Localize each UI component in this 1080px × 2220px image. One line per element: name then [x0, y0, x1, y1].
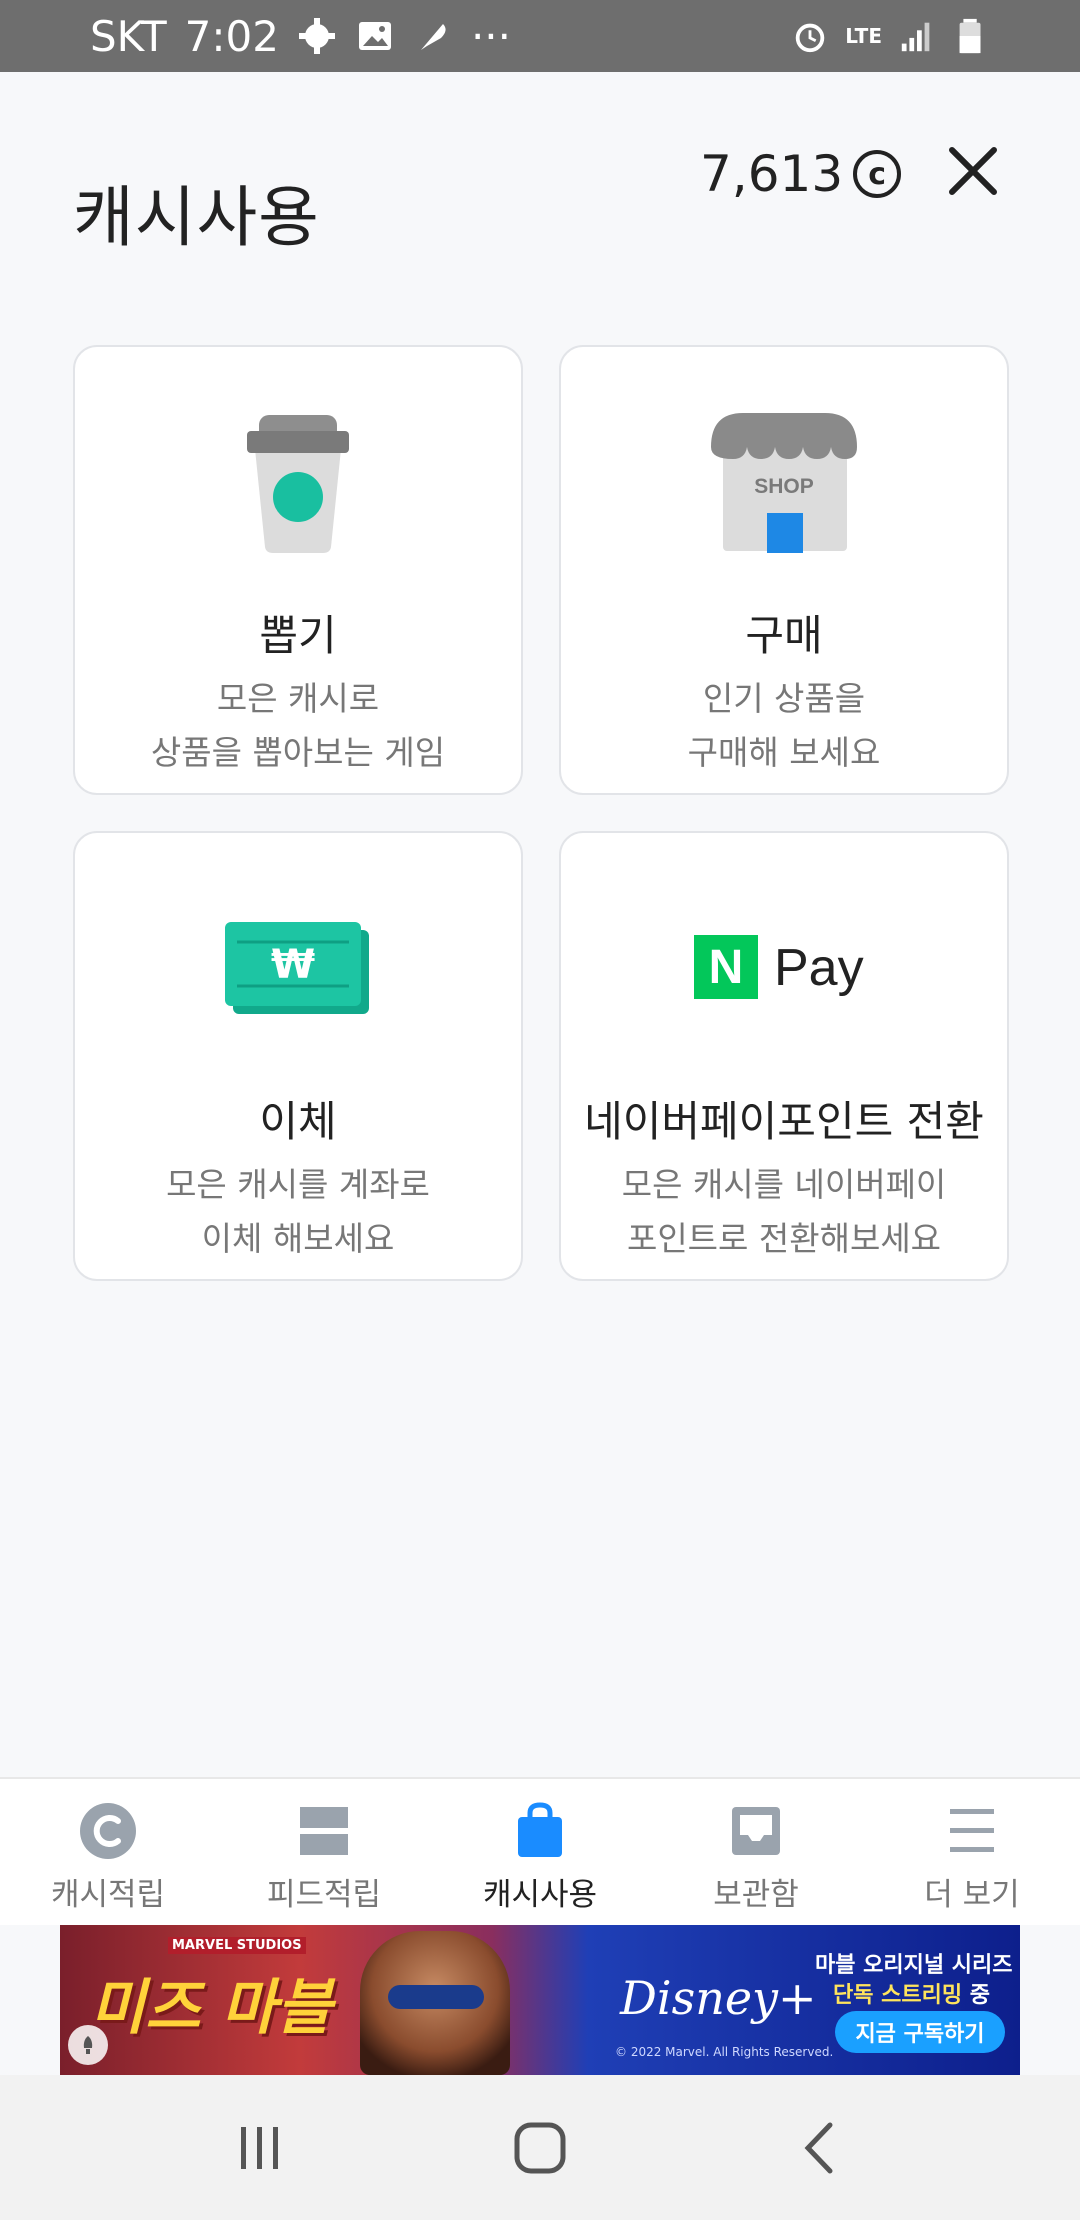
card-desc-line: 모은 캐시를 네이버페이 — [621, 1165, 947, 1204]
card-draw[interactable]: 뽑기 모은 캐시로 상품을 뽑아보는 게임 — [73, 345, 523, 795]
inbox-icon — [732, 1807, 780, 1855]
home-button[interactable] — [505, 2113, 575, 2183]
cash-coin-icon — [80, 1803, 136, 1859]
tab-storage[interactable]: 보관함 — [648, 1779, 864, 1925]
card-title: 구매 — [745, 611, 823, 660]
tab-label: 보관함 — [713, 1877, 799, 1913]
ad-subscribe-button[interactable]: 지금 구독하기 — [835, 2011, 1005, 2053]
feather-icon — [420, 24, 446, 50]
bottom-tab-bar: 캐시적립 피드적립 캐시사용 보관함 더 보기 — [0, 1777, 1080, 1925]
ad-subheadline-rest: 중 — [962, 1983, 991, 2008]
tab-label: 캐시적립 — [50, 1877, 166, 1913]
cash-balance: 7,613 c — [700, 138, 902, 210]
recent-apps-button[interactable] — [225, 2113, 295, 2183]
rocket-icon — [68, 2025, 108, 2065]
card-desc-line: 상품을 뽑아보는 게임 — [150, 733, 446, 772]
time-text: 7:02 — [184, 11, 279, 61]
card-desc-line: 인기 상품을 — [702, 679, 866, 718]
card-description: 모은 캐시를 계좌로 이체 해보세요 — [75, 1158, 521, 1266]
back-icon — [804, 2122, 833, 2173]
card-desc-line: 포인트로 전환해보세요 — [626, 1219, 942, 1258]
ad-highlight: 단독 스트리밍 — [833, 1983, 963, 2008]
ad-character-mask — [388, 1985, 484, 2009]
card-title: 네이버페이포인트 전환 — [584, 1097, 984, 1146]
card-description: 인기 상품을 구매해 보세요 — [561, 672, 1007, 780]
more-notifications-icon: ··· — [470, 11, 511, 61]
ad-service-logo: Disney+ — [620, 1971, 817, 2025]
alarm-icon — [796, 23, 825, 53]
pay-text: Pay — [774, 939, 864, 997]
card-desc-line: 이체 해보세요 — [201, 1219, 395, 1258]
card-desc-line: 구매해 보세요 — [687, 733, 881, 772]
cash-coin-icon: c — [853, 150, 902, 198]
tab-label: 더 보기 — [924, 1877, 1020, 1913]
tab-cash-use[interactable]: 캐시사용 — [432, 1779, 648, 1925]
card-title: 뽑기 — [259, 611, 337, 660]
ad-banner[interactable]: MARVEL STUDIOS 미즈 마블 Disney+ © 2022 Marv… — [60, 1925, 1020, 2075]
signal-icon — [901, 22, 930, 52]
card-naver-pay[interactable]: N Pay 네이버페이포인트 전환 모은 캐시를 네이버페이 포인트로 전환해보… — [559, 831, 1009, 1281]
coin-symbol: c — [868, 156, 887, 192]
card-purchase[interactable]: SHOP 구매 인기 상품을 구매해 보세요 — [559, 345, 1009, 795]
ad-title-logo: 미즈 마블 — [90, 1973, 332, 2043]
settings-gear-icon — [298, 18, 335, 54]
tab-feed-earn[interactable]: 피드적립 — [216, 1779, 432, 1925]
tab-label: 캐시사용 — [482, 1877, 598, 1913]
page-title: 캐시사용 — [73, 179, 320, 256]
won-bill-icon: ₩ — [225, 922, 369, 1014]
ad-copyright: © 2022 Marvel. All Rights Reserved. — [615, 2045, 834, 2059]
shopping-bag-icon — [518, 1802, 562, 1857]
tab-more[interactable]: 더 보기 — [864, 1779, 1080, 1925]
tab-cash-earn[interactable]: 캐시적립 — [0, 1779, 216, 1925]
close-button[interactable] — [944, 142, 1002, 200]
won-symbol: ₩ — [271, 942, 315, 988]
feed-icon — [300, 1807, 348, 1855]
shop-label: SHOP — [754, 475, 814, 498]
cash-use-page: 캐시사용 7,613 c 뽑기 모은 캐시로 상품을 뽑아보는 게임 SHOP … — [0, 72, 1080, 1777]
naver-n-letter: N — [709, 941, 744, 994]
gallery-icon — [358, 22, 391, 50]
card-desc-line: 모은 캐시를 계좌로 — [166, 1165, 430, 1204]
coffee-cup-icon — [247, 415, 349, 553]
battery-icon — [959, 18, 981, 54]
menu-icon — [950, 1809, 994, 1852]
carrier-text: SKT — [90, 11, 167, 61]
ad-brand: MARVEL STUDIOS — [168, 1937, 306, 1954]
system-nav-bar — [0, 2075, 1080, 2220]
card-description: 모은 캐시로 상품을 뽑아보는 게임 — [75, 672, 521, 780]
ad-subheadline: 단독 스트리밍 중 — [833, 1977, 990, 2009]
shop-icon: SHOP — [711, 413, 857, 553]
back-button[interactable] — [785, 2113, 855, 2183]
balance-value: 7,613 — [700, 145, 844, 203]
card-desc-line: 모은 캐시로 — [216, 679, 380, 718]
home-icon — [514, 2122, 566, 2173]
card-transfer[interactable]: ₩ 이체 모은 캐시를 계좌로 이체 해보세요 — [73, 831, 523, 1281]
recent-apps-icon — [241, 2126, 278, 2169]
card-description: 모은 캐시를 네이버페이 포인트로 전환해보세요 — [561, 1158, 1007, 1266]
ad-headline: 마블 오리지널 시리즈 — [815, 1953, 1013, 1978]
network-type-text: LTE — [845, 24, 882, 48]
naver-pay-icon: N Pay — [694, 935, 864, 999]
status-bar: SKT 7:02 ··· LTE — [0, 0, 1080, 72]
tab-label: 피드적립 — [266, 1877, 382, 1913]
card-title: 이체 — [259, 1097, 337, 1146]
